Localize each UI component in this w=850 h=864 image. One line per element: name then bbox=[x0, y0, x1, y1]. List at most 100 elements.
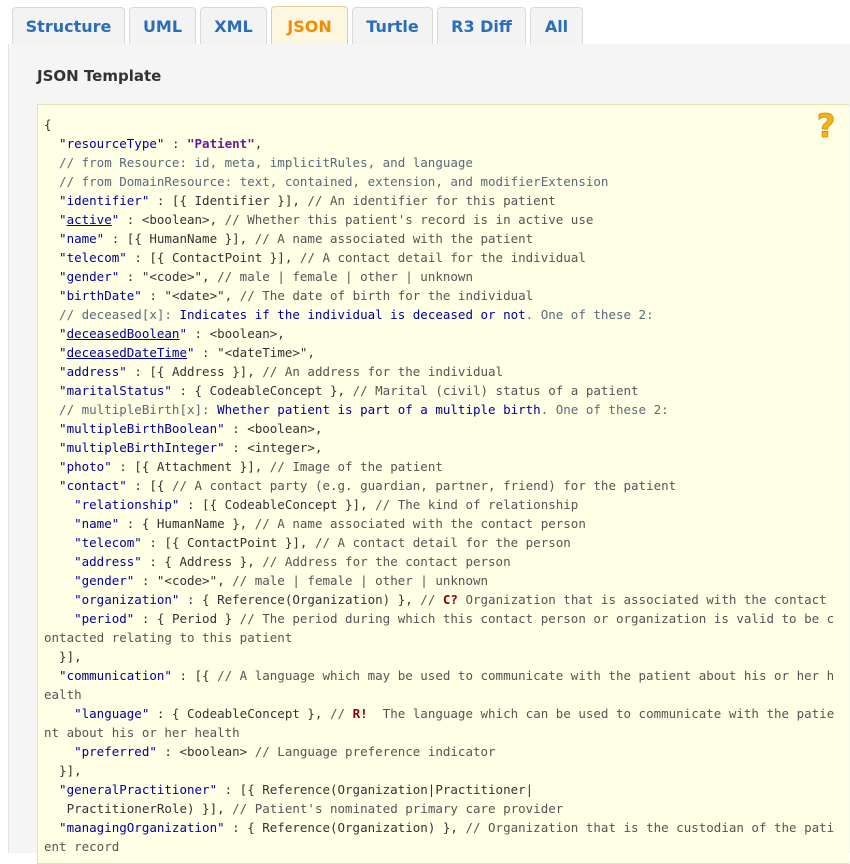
code-line: "telecom" : [{ ContactPoint }], // A con… bbox=[44, 248, 844, 267]
code-line: { bbox=[44, 115, 844, 134]
code-token: : [{ bbox=[171, 668, 218, 683]
svg-text:?: ? bbox=[817, 111, 836, 141]
code-token: "photo" bbox=[44, 459, 112, 474]
code-line: "name" : [{ HumanName }], // A name asso… bbox=[44, 229, 844, 248]
code-line: ealth bbox=[44, 685, 844, 704]
code-token: : { CodeableConcept }, bbox=[171, 383, 353, 398]
code-token: Whether patient is part of a multiple bi… bbox=[217, 402, 541, 417]
code-token: : "<code>", bbox=[134, 573, 233, 588]
code-token: // The period during which this contact … bbox=[239, 611, 835, 626]
code-token: . One of these 2: bbox=[540, 402, 669, 417]
code-token: "gender" bbox=[44, 269, 120, 284]
code-line: ontacted relating to this patient bbox=[44, 628, 844, 647]
tab-structure[interactable]: Structure bbox=[12, 7, 125, 44]
code-token: "period" bbox=[44, 611, 135, 626]
code-token: : { Address }, bbox=[141, 554, 263, 569]
code-token: : "<code>", bbox=[119, 269, 218, 284]
tab-turtle[interactable]: Turtle bbox=[352, 7, 433, 44]
code-token: "birthDate" bbox=[44, 288, 142, 303]
code-token: " bbox=[44, 212, 67, 227]
code-line: "organization" : { Reference(Organizatio… bbox=[44, 590, 844, 609]
tab-r3-diff[interactable]: R3 Diff bbox=[437, 7, 526, 44]
code-line: // from Resource: id, meta, implicitRule… bbox=[44, 153, 844, 172]
code-token: // A contact detail for the individual bbox=[299, 250, 586, 265]
code-token: : [{ CodeableConcept }], bbox=[179, 497, 376, 512]
code-token: "managingOrganization" bbox=[44, 820, 225, 835]
code-token: // An identifier for this patient bbox=[307, 193, 556, 208]
code-line: "communication" : [{ // A language which… bbox=[44, 666, 844, 685]
code-token: " bbox=[44, 326, 67, 341]
tab-bar: Structure UML XML JSON Turtle R3 Diff Al… bbox=[0, 0, 850, 45]
code-token: // male | female | other | unknown bbox=[232, 573, 489, 588]
code-token: "address" bbox=[44, 554, 142, 569]
code-line: "address" : { Address }, // Address for … bbox=[44, 552, 844, 571]
code-line: PractitionerRole) }], // Patient's nomin… bbox=[44, 799, 844, 818]
code-line: "period" : { Period } // The period duri… bbox=[44, 609, 844, 628]
code-token: : { Reference(Organization) }, bbox=[179, 592, 421, 607]
code-token: // male | female | other | unknown bbox=[217, 269, 473, 284]
code-token: C? bbox=[442, 592, 458, 607]
code-block: { "resourceType" : "Patient", // from Re… bbox=[44, 115, 844, 856]
code-token: ontacted relating to this patient bbox=[44, 630, 293, 645]
code-token: "maritalStatus" bbox=[44, 383, 172, 398]
code-token: // from Resource: id, meta, implicitRule… bbox=[44, 155, 473, 170]
code-token: "name" bbox=[44, 231, 105, 246]
code-token: // An address for the individual bbox=[262, 364, 504, 379]
code-token: // Marital (civil) status of a patient bbox=[352, 383, 639, 398]
code-line: "maritalStatus" : { CodeableConcept }, /… bbox=[44, 381, 844, 400]
tab-uml[interactable]: UML bbox=[129, 7, 196, 44]
code-token: "generalPractitioner" bbox=[44, 782, 218, 797]
code-token: The language which can be used to commun… bbox=[367, 706, 835, 721]
element-link[interactable]: deceasedDateTime bbox=[67, 345, 187, 360]
json-template-code: { "resourceType" : "Patient", // from Re… bbox=[37, 104, 849, 864]
code-token: nt about his or her health bbox=[44, 725, 240, 740]
code-token: // bbox=[329, 706, 353, 721]
code-token: Indicates if the individual is deceased … bbox=[179, 307, 526, 322]
code-token: " bbox=[179, 326, 187, 341]
code-token: "preferred" bbox=[44, 744, 157, 759]
code-token: " bbox=[187, 345, 195, 360]
code-token: Organization that is associated with the… bbox=[457, 592, 827, 607]
code-token: // Language preference indicator bbox=[254, 744, 496, 759]
code-token: : "<date>", bbox=[141, 288, 240, 303]
code-token: : <integer>, bbox=[224, 440, 323, 455]
code-line: "address" : [{ Address }], // An address… bbox=[44, 362, 844, 381]
code-token: : { HumanName }, bbox=[119, 516, 255, 531]
code-token: // from DomainResource: text, contained,… bbox=[44, 174, 609, 189]
code-token: : { Reference(Organization) }, bbox=[224, 820, 466, 835]
code-token: }], bbox=[44, 763, 82, 778]
tab-xml[interactable]: XML bbox=[200, 7, 267, 44]
code-token: // A language which may be used to commu… bbox=[217, 668, 835, 683]
code-token: { bbox=[44, 117, 52, 132]
question-mark-icon[interactable]: ? bbox=[813, 111, 839, 141]
code-token: : { Period } bbox=[134, 611, 240, 626]
code-line: "telecom" : [{ ContactPoint }], // A con… bbox=[44, 533, 844, 552]
code-token: : [{ bbox=[126, 478, 172, 493]
code-token: "language" bbox=[44, 706, 150, 721]
code-token: : [{ Identifier }], bbox=[149, 193, 308, 208]
element-link[interactable]: active bbox=[67, 212, 112, 227]
tab-all[interactable]: All bbox=[530, 7, 583, 44]
code-line: nt about his or her health bbox=[44, 723, 844, 742]
code-token: // A name associated with the contact pe… bbox=[254, 516, 586, 531]
code-token: // Whether this patient's record is in a… bbox=[224, 212, 594, 227]
code-line: "active" : <boolean>, // Whether this pa… bbox=[44, 210, 844, 229]
code-token: : <boolean>, bbox=[187, 326, 285, 341]
code-line: // from DomainResource: text, contained,… bbox=[44, 172, 844, 191]
json-panel: JSON Template { "resourceType" : "Patien… bbox=[8, 44, 850, 864]
element-link[interactable]: deceasedBoolean bbox=[67, 326, 180, 341]
tab-json[interactable]: JSON bbox=[271, 6, 348, 45]
code-token: : [{ ContactPoint }], bbox=[126, 250, 300, 265]
code-token: : bbox=[164, 136, 187, 151]
code-token: "Patient" bbox=[187, 136, 255, 151]
code-token: : <boolean>, bbox=[119, 212, 225, 227]
code-token: // Organization that is the custodian of… bbox=[465, 820, 835, 835]
code-line: "resourceType" : "Patient", bbox=[44, 134, 844, 153]
code-token: // bbox=[420, 592, 443, 607]
code-token: : [{ ContactPoint }], bbox=[141, 535, 315, 550]
code-token: "multipleBirthInteger" bbox=[44, 440, 225, 455]
code-token: // multipleBirth[x]: bbox=[44, 402, 218, 417]
code-token: , bbox=[254, 136, 263, 151]
code-token: }], bbox=[44, 649, 82, 664]
code-token: "telecom" bbox=[44, 535, 142, 550]
